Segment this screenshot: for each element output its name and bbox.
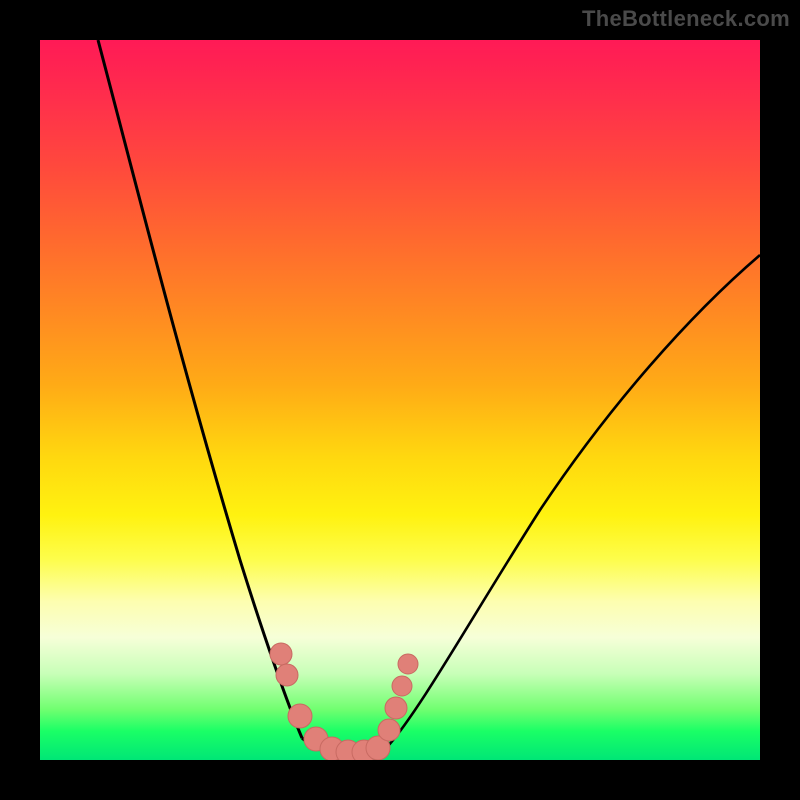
marker [270,643,292,665]
curve-svg [40,40,760,760]
marker [288,704,312,728]
marker [378,719,400,741]
marker [398,654,418,674]
left-curve-path [98,40,302,738]
right-curve-path [388,255,760,746]
marker [392,676,412,696]
marker-group [270,643,418,760]
marker [276,664,298,686]
watermark-text: TheBottleneck.com [582,6,790,32]
marker [385,697,407,719]
chart-frame: TheBottleneck.com [0,0,800,800]
plot-area [40,40,760,760]
